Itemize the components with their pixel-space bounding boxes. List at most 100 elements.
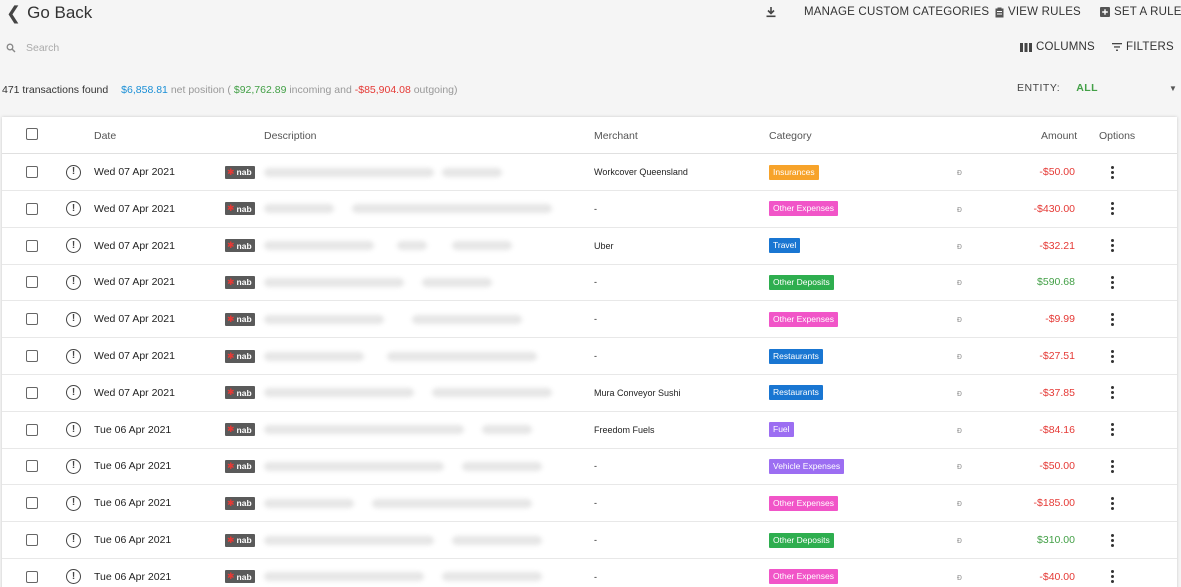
set-a-rule-button[interactable]: SET A RULE bbox=[1100, 6, 1181, 18]
row-category[interactable]: Other Deposits bbox=[769, 264, 834, 300]
row-options-button[interactable] bbox=[1107, 412, 1117, 448]
alert-icon: ! bbox=[66, 422, 81, 438]
caret-down-icon: ▼ bbox=[1169, 84, 1178, 93]
entity-select[interactable]: ENTITY: ALL ▼ bbox=[1017, 82, 1177, 94]
table-row[interactable]: ! Wed 07 Apr 2021 ✱ nab - Other Deposits ᴆ $590… bbox=[2, 264, 1177, 302]
more-vert-icon bbox=[1107, 312, 1117, 326]
row-date: Tue 06 Apr 2021 bbox=[94, 570, 172, 583]
row-checkbox[interactable] bbox=[26, 375, 38, 411]
row-checkbox[interactable] bbox=[26, 485, 38, 521]
table-row[interactable]: ! Tue 06 Apr 2021 ✱ nab - Other Expenses ᴆ -$18… bbox=[2, 485, 1177, 523]
row-options-button[interactable] bbox=[1107, 522, 1117, 558]
bank-logo: ✱ nab bbox=[225, 301, 255, 337]
download-button[interactable] bbox=[765, 6, 781, 18]
row-checkbox[interactable] bbox=[26, 191, 38, 227]
description-text bbox=[264, 228, 374, 264]
row-checkbox[interactable] bbox=[26, 301, 38, 337]
table-row[interactable]: ! Wed 07 Apr 2021 ✱ nab - Other Expenses ᴆ -$9.… bbox=[2, 301, 1177, 339]
row-amount: -$37.85 bbox=[1039, 386, 1075, 399]
row-alert-icon[interactable]: ! bbox=[66, 375, 81, 411]
row-alert-icon[interactable]: ! bbox=[66, 154, 81, 190]
row-category[interactable]: Other Expenses bbox=[769, 191, 838, 227]
transaction-count: 471 transactions found bbox=[2, 84, 109, 96]
row-category[interactable]: Restaurants bbox=[769, 338, 823, 374]
row-options-button[interactable] bbox=[1107, 191, 1117, 227]
manage-custom-categories-button[interactable]: MANAGE CUSTOM CATEGORIES bbox=[804, 6, 989, 18]
more-vert-icon bbox=[1107, 459, 1117, 473]
entity-label: ENTITY: bbox=[1017, 82, 1061, 94]
row-alert-icon[interactable]: ! bbox=[66, 264, 81, 300]
bank-logo: ✱ nab bbox=[225, 522, 255, 558]
header-category[interactable]: Category bbox=[769, 130, 812, 142]
row-alert-icon[interactable]: ! bbox=[66, 191, 81, 227]
header-options: Options bbox=[1099, 130, 1136, 142]
alert-icon: ! bbox=[66, 569, 81, 585]
go-back-button[interactable]: ❮ Go Back bbox=[6, 2, 92, 24]
table-row[interactable]: ! Wed 07 Apr 2021 ✱ nab - Other Expenses ᴆ -$43… bbox=[2, 191, 1177, 228]
row-options-button[interactable] bbox=[1107, 264, 1117, 300]
row-alert-icon[interactable]: ! bbox=[66, 522, 81, 558]
header-description[interactable]: Description bbox=[264, 130, 317, 142]
bank-label: nab bbox=[236, 387, 252, 398]
filters-button[interactable]: FILTERS bbox=[1112, 41, 1174, 53]
row-category[interactable]: Restaurants bbox=[769, 375, 823, 411]
row-checkbox[interactable] bbox=[26, 228, 38, 264]
row-checkbox[interactable] bbox=[26, 522, 38, 558]
nab-star-icon: ✱ bbox=[227, 424, 235, 435]
row-category[interactable]: Other Expenses bbox=[769, 485, 838, 521]
columns-button[interactable]: COLUMNS bbox=[1020, 41, 1095, 53]
row-options-button[interactable] bbox=[1107, 338, 1117, 374]
description-text bbox=[397, 228, 427, 264]
row-category[interactable]: Vehicle Expenses bbox=[769, 448, 845, 484]
table-row[interactable]: ! Wed 07 Apr 2021 ✱ nab - Restaurants ᴆ -$27.51 bbox=[2, 338, 1177, 375]
row-checkbox[interactable] bbox=[26, 338, 38, 374]
row-alert-icon[interactable]: ! bbox=[66, 338, 81, 374]
row-category[interactable]: Other Expenses bbox=[769, 301, 838, 337]
alert-icon: ! bbox=[66, 238, 81, 254]
table-row[interactable]: ! Tue 06 Apr 2021 ✱ nab - Vehicle Expenses ᴆ -$… bbox=[2, 448, 1177, 486]
select-all-checkbox[interactable] bbox=[26, 128, 38, 143]
row-alert-icon[interactable]: ! bbox=[66, 448, 81, 484]
row-checkbox[interactable] bbox=[26, 264, 38, 300]
table-row[interactable]: ! Tue 06 Apr 2021 ✱ nab Freedom Fuels Fuel ᴆ -$… bbox=[2, 412, 1177, 449]
category-badge: Travel bbox=[769, 238, 801, 254]
description-text bbox=[264, 559, 424, 587]
category-badge: Other Expenses bbox=[769, 201, 838, 217]
row-options-button[interactable] bbox=[1107, 375, 1117, 411]
row-options-button[interactable] bbox=[1107, 301, 1117, 337]
row-options-button[interactable] bbox=[1107, 154, 1117, 190]
table-row[interactable]: ! Wed 07 Apr 2021 ✱ nab Mura Conveyor Sushi R… bbox=[2, 375, 1177, 412]
row-category[interactable]: Other Deposits bbox=[769, 522, 834, 558]
category-badge: Restaurants bbox=[769, 385, 823, 401]
header-date[interactable]: Date bbox=[94, 130, 116, 142]
row-category[interactable]: Travel bbox=[769, 228, 801, 264]
header-amount[interactable]: Amount bbox=[1041, 130, 1077, 142]
row-category[interactable]: Insurances bbox=[769, 154, 819, 190]
row-amount: $310.00 bbox=[1037, 534, 1075, 546]
description-text bbox=[264, 338, 364, 374]
table-row[interactable]: ! Tue 06 Apr 2021 ✱ nab - Other Deposits ᴆ $310… bbox=[2, 522, 1177, 559]
row-alert-icon[interactable]: ! bbox=[66, 485, 81, 521]
row-category[interactable]: Other Expenses bbox=[769, 559, 838, 587]
row-category[interactable]: Fuel bbox=[769, 412, 794, 448]
row-alert-icon[interactable]: ! bbox=[66, 301, 81, 337]
row-checkbox[interactable] bbox=[26, 154, 38, 190]
search-input[interactable] bbox=[26, 42, 226, 54]
row-options-button[interactable] bbox=[1107, 485, 1117, 521]
row-options-button[interactable] bbox=[1107, 559, 1117, 587]
row-checkbox[interactable] bbox=[26, 412, 38, 448]
row-alert-icon[interactable]: ! bbox=[66, 228, 81, 264]
outgoing-label: outgoing) bbox=[413, 84, 458, 96]
row-alert-icon[interactable]: ! bbox=[66, 559, 81, 587]
view-rules-button[interactable]: VIEW RULES bbox=[995, 6, 1081, 18]
row-options-button[interactable] bbox=[1107, 228, 1117, 264]
table-row[interactable]: ! Wed 07 Apr 2021 ✱ nab Uber Travel ᴆ -$32.21 bbox=[2, 228, 1177, 265]
bank-label: nab bbox=[236, 314, 252, 325]
table-row[interactable]: ! Wed 07 Apr 2021 ✱ nab Workcover Queensland… bbox=[2, 154, 1177, 191]
row-alert-icon[interactable]: ! bbox=[66, 412, 81, 448]
row-checkbox[interactable] bbox=[26, 559, 38, 587]
row-options-button[interactable] bbox=[1107, 448, 1117, 484]
table-row[interactable]: ! Tue 06 Apr 2021 ✱ nab - Other Expenses ᴆ -$40… bbox=[2, 559, 1177, 587]
header-merchant[interactable]: Merchant bbox=[594, 130, 638, 142]
row-checkbox[interactable] bbox=[26, 448, 38, 484]
